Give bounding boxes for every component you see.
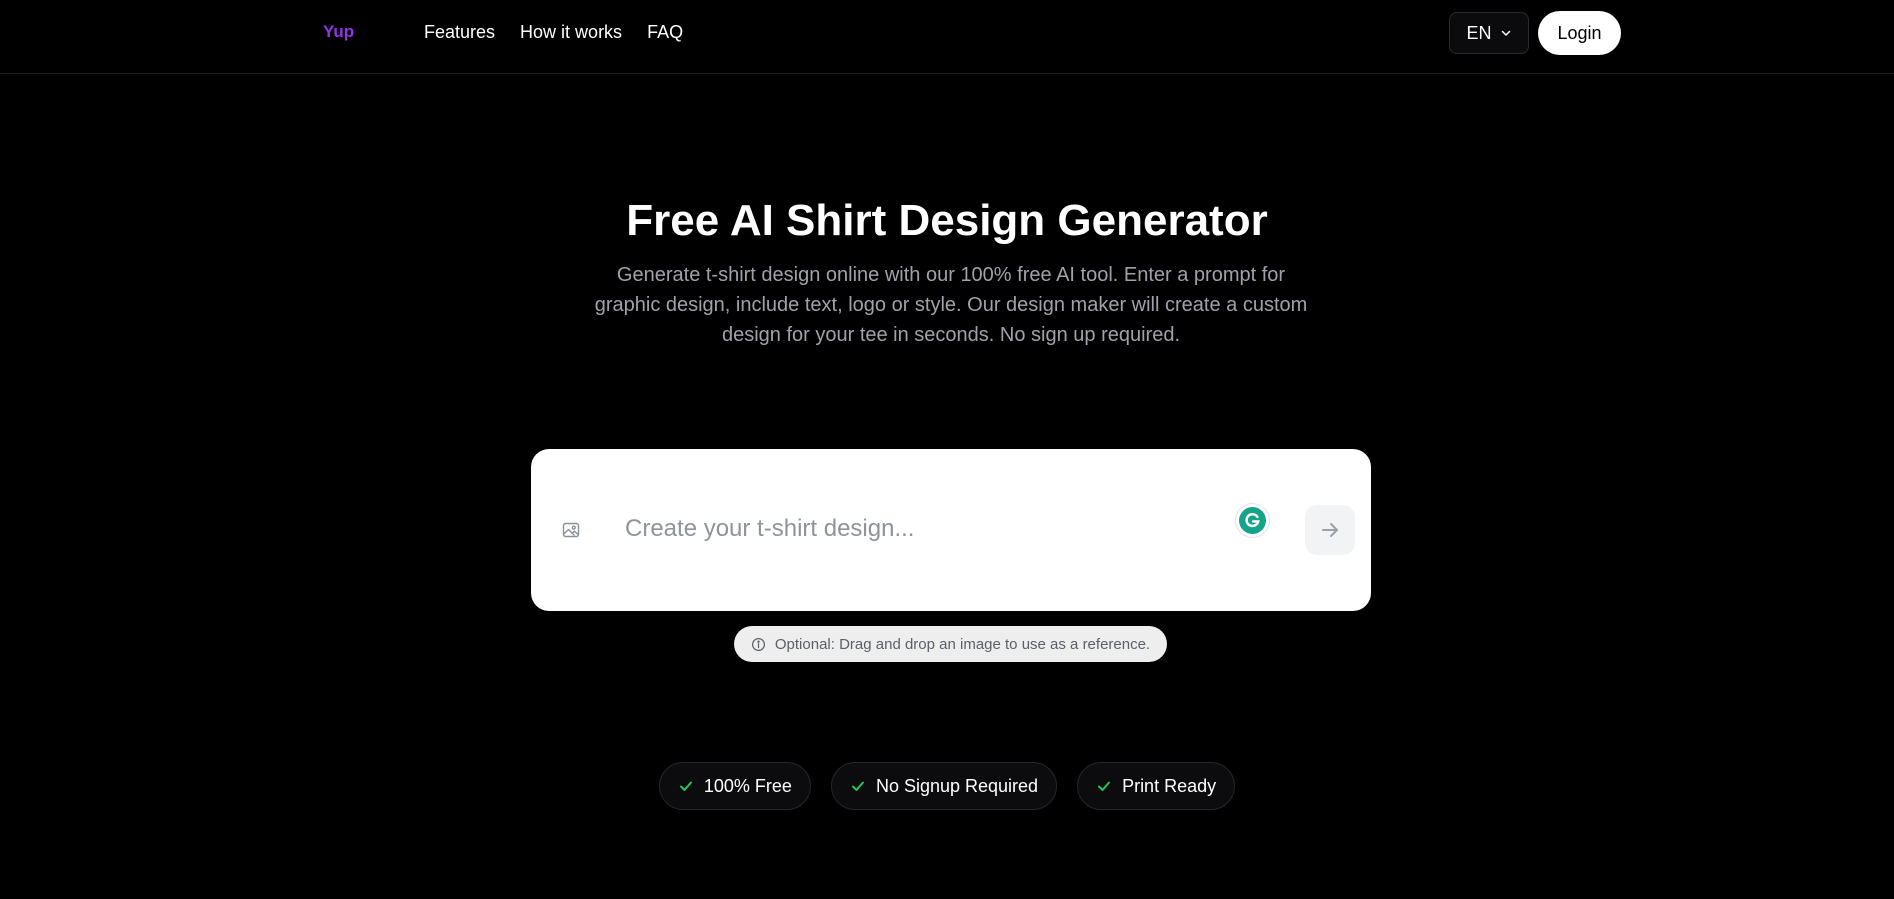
nav-link-features[interactable]: Features xyxy=(424,22,495,43)
info-icon xyxy=(751,637,765,651)
grammarly-icon[interactable] xyxy=(1236,504,1269,537)
feature-badges: 100% Free No Signup Required Print Ready xyxy=(0,762,1894,810)
language-label: EN xyxy=(1466,22,1492,43)
badge-label: Print Ready xyxy=(1122,775,1217,796)
chevron-down-icon xyxy=(1501,30,1510,36)
arrow-right-icon xyxy=(1322,523,1338,537)
nav-links: Features How it works FAQ xyxy=(424,22,683,43)
hint-text: Optional: Drag and drop an image to use … xyxy=(774,635,1151,653)
check-icon xyxy=(851,781,864,791)
login-button[interactable]: Login xyxy=(1538,11,1621,55)
reference-hint: Optional: Drag and drop an image to use … xyxy=(734,626,1167,662)
badge-label: No Signup Required xyxy=(875,775,1039,796)
language-select[interactable]: EN xyxy=(1449,12,1529,54)
badge-print-ready: Print Ready xyxy=(1077,762,1236,810)
nav-link-how-it-works[interactable]: How it works xyxy=(520,22,622,43)
nav-link-faq[interactable]: FAQ xyxy=(647,22,683,43)
page-title: Free AI Shirt Design Generator xyxy=(626,196,1268,245)
badge-label: 100% Free xyxy=(703,775,792,796)
prompt-box xyxy=(531,449,1371,611)
check-icon xyxy=(1098,781,1111,791)
badge-free: 100% Free xyxy=(658,762,811,810)
g-letter-icon xyxy=(1245,512,1260,528)
prompt-input[interactable] xyxy=(625,509,1205,549)
grammarly-badge xyxy=(1239,507,1266,534)
page-subtitle: Generate t-shirt design online with our … xyxy=(594,264,1308,346)
image-icon[interactable] xyxy=(561,520,581,540)
top-navbar: Yup Features How it works FAQ EN Login xyxy=(0,0,1894,74)
check-icon xyxy=(679,781,692,791)
badge-no-signup: No Signup Required xyxy=(830,762,1058,810)
logo[interactable]: Yup xyxy=(323,22,354,42)
send-button[interactable] xyxy=(1305,505,1355,555)
